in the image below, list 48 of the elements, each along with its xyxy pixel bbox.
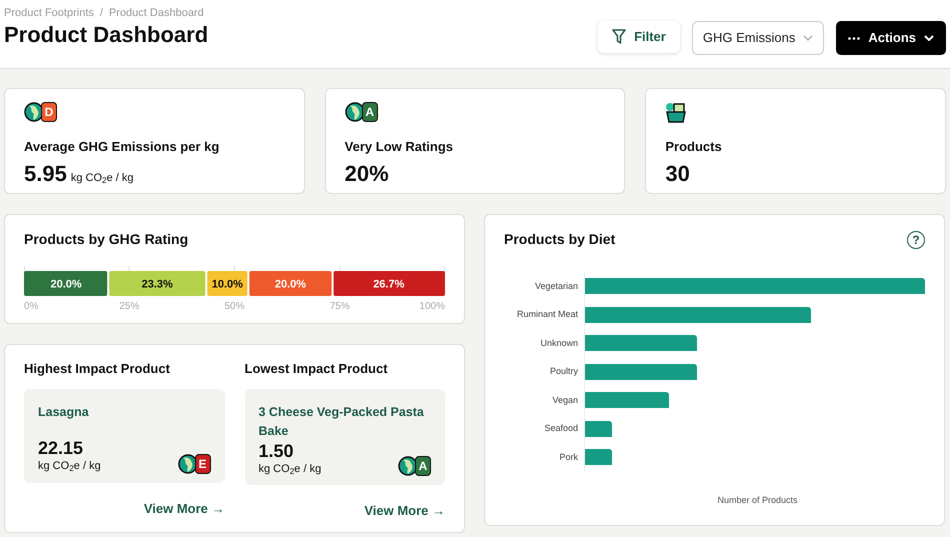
chevron-down-icon: [803, 35, 814, 41]
metric-dropdown[interactable]: GHG Emissions: [692, 21, 824, 55]
section-heading: Highest Impact Product: [24, 360, 171, 378]
page-title: Product Dashboard: [4, 22, 210, 48]
product-value: 1.50: [258, 440, 295, 460]
bar-label: Vegan: [551, 394, 579, 407]
bar-label: Ruminant Meat: [516, 308, 579, 321]
help-icon[interactable]: ?: [907, 230, 925, 248]
bar-label: Pork: [558, 450, 579, 464]
stat-value: 20%: [344, 160, 389, 188]
bar-label: Unknown: [539, 336, 579, 350]
stat-label: Average GHG Emissions per kg: [24, 138, 220, 156]
view-more-link[interactable]: View More →: [364, 501, 445, 520]
bar-label: Poultry: [548, 365, 579, 378]
more-icon: [848, 36, 860, 40]
view-more-link[interactable]: View More →: [144, 498, 224, 518]
product-name[interactable]: 3 Cheese Veg-Packed Pasta Bake: [258, 402, 431, 440]
breadcrumb-separator: /: [100, 7, 103, 19]
stat-value: 5.95: [24, 160, 67, 188]
product-unit: kg CO$_{2}$e / kg: [258, 462, 322, 477]
stat-label: Very Low Ratings: [344, 138, 454, 156]
axis-tick-label: 25%: [119, 301, 140, 312]
stat-value: 30: [665, 160, 690, 188]
axis-label: Number of Products: [716, 494, 799, 506]
bar-value-label: 23.3%: [142, 278, 173, 290]
bar-label: Seafood: [543, 422, 579, 435]
chevron-down-icon: [924, 35, 934, 41]
axis-tick-label: 0%: [24, 301, 38, 312]
product-name[interactable]: Lasagna: [38, 402, 210, 422]
product-value: 22.15: [38, 438, 84, 458]
box-icon: [665, 101, 688, 125]
card-title: Products by Diet: [504, 230, 616, 249]
bar-value-label: 10.0%: [212, 278, 243, 290]
stat-label: Products: [665, 138, 723, 156]
axis-tick-label: 50%: [224, 301, 244, 312]
actions-button[interactable]: Actions: [836, 21, 946, 55]
bar-value-label: 26.7%: [373, 278, 404, 290]
filter-button[interactable]: Filter: [598, 21, 680, 53]
axis-tick-label: 100%: [419, 301, 445, 312]
card-title: Products by GHG Rating: [24, 230, 190, 249]
filter-icon: [612, 29, 626, 45]
bar-value-label: 20.0%: [50, 278, 82, 290]
product-unit: kg CO$_{2}$e / kg: [38, 459, 101, 474]
bar-label: Vegetarian: [534, 280, 579, 293]
axis-tick-label: 75%: [330, 301, 350, 312]
section-heading: Lowest Impact Product: [244, 360, 389, 378]
bar-value-label: 20.0%: [274, 278, 306, 290]
stat-unit: kg CO$_{2}$e / kg: [70, 170, 134, 186]
